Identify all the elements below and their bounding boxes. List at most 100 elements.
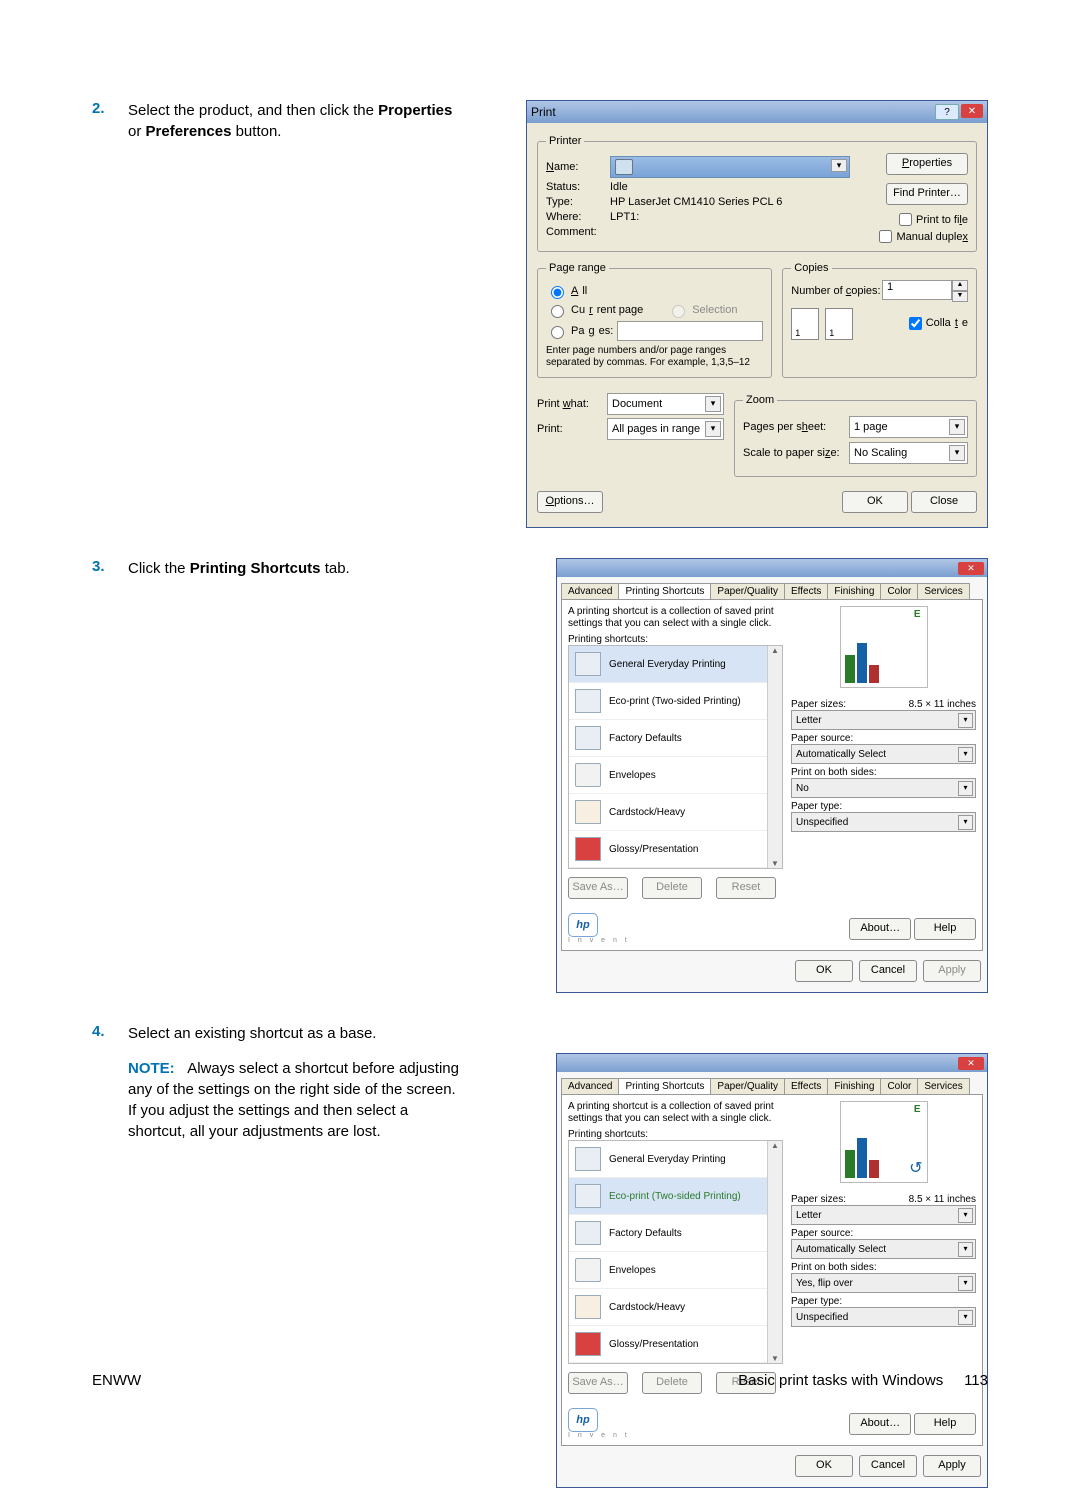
footer-left: ENWW — [92, 1372, 141, 1389]
cancel-button[interactable]: Cancel — [859, 960, 917, 982]
close-icon[interactable]: ✕ — [958, 562, 984, 575]
step-3-text: Click the Printing Shortcuts tab. — [128, 558, 468, 579]
shortcut-item-eco[interactable]: Eco-print (Two-sided Printing) — [569, 683, 782, 720]
tab-color[interactable]: Color — [880, 1078, 918, 1094]
tab-advanced[interactable]: Advanced — [561, 1078, 619, 1094]
shortcut-item-factory[interactable]: Factory Defaults — [569, 1215, 782, 1252]
tab-printing-shortcuts[interactable]: Printing Shortcuts — [618, 1078, 711, 1094]
apply-button[interactable]: Apply — [923, 960, 981, 982]
both-sides-select[interactable]: Yes, flip over▾ — [791, 1273, 976, 1293]
chevron-down-icon: ▾ — [958, 713, 973, 728]
shortcut-item-factory[interactable]: Factory Defaults — [569, 720, 782, 757]
shortcut-item-glossy[interactable]: Glossy/Presentation — [569, 831, 782, 868]
tab-effects[interactable]: Effects — [784, 583, 828, 599]
printer-fieldset: Printer Name: Status:Idle Typ — [537, 135, 977, 252]
apply-button[interactable]: Apply — [923, 1455, 981, 1477]
printer-icon — [615, 159, 633, 175]
spin-up-icon[interactable]: ▲ — [952, 280, 968, 291]
tab-services[interactable]: Services — [917, 583, 969, 599]
glossy-icon — [575, 1332, 601, 1356]
scrollbar[interactable]: ▲▼ — [767, 646, 782, 868]
shortcut-list[interactable]: General Everyday Printing Eco-print (Two… — [568, 645, 783, 869]
find-printer-button[interactable]: Find Printer… — [886, 183, 968, 205]
shortcut-item-envelopes[interactable]: Envelopes — [569, 1252, 782, 1289]
help-button[interactable]: Help — [914, 918, 976, 940]
page-footer: ENWW Basic print tasks with Windows 113 — [92, 1372, 988, 1389]
shortcut-description: A printing shortcut is a collection of s… — [568, 606, 783, 630]
shortcut-list-label: Printing shortcuts: — [568, 634, 783, 645]
ok-button[interactable]: OK — [842, 491, 908, 513]
tab-finishing[interactable]: Finishing — [827, 1078, 881, 1094]
type-value: HP LaserJet CM1410 Series PCL 6 — [610, 196, 850, 208]
tab-finishing[interactable]: Finishing — [827, 583, 881, 599]
tab-color[interactable]: Color — [880, 583, 918, 599]
printer-name-select[interactable] — [610, 156, 850, 178]
copies-spinner[interactable]: 1 ▲▼ — [882, 280, 968, 302]
paper-type-select[interactable]: Unspecified▾ — [791, 812, 976, 832]
about-button[interactable]: About… — [849, 1413, 911, 1435]
options-button[interactable]: Options… — [537, 491, 603, 513]
save-as-button[interactable]: Save As… — [568, 877, 628, 899]
ok-button[interactable]: OK — [795, 960, 853, 982]
print-label: Print: — [537, 423, 607, 435]
paper-type-select[interactable]: Unspecified▾ — [791, 1307, 976, 1327]
close-icon[interactable]: ✕ — [958, 1057, 984, 1070]
collate-checkbox[interactable]: Collate — [909, 317, 968, 330]
envelope-icon — [575, 763, 601, 787]
tab-paper-quality[interactable]: Paper/Quality — [710, 1078, 785, 1094]
reset-button[interactable]: Reset — [716, 877, 776, 899]
range-pages-radio[interactable]: Pages: — [546, 321, 763, 341]
range-current-radio[interactable]: Current page — [546, 302, 643, 318]
step-3-number: 3. — [92, 558, 128, 575]
tab-advanced[interactable]: Advanced — [561, 583, 619, 599]
print-what-select[interactable]: Document▾ — [607, 393, 724, 415]
both-sides-select[interactable]: No▾ — [791, 778, 976, 798]
print-range-select[interactable]: All pages in range▾ — [607, 418, 724, 440]
cancel-button[interactable]: Cancel — [859, 1455, 917, 1477]
paper-sizes-select[interactable]: Letter▾ — [791, 1205, 976, 1225]
duplex-icon — [575, 1184, 601, 1208]
about-button[interactable]: About… — [849, 918, 911, 940]
pages-input[interactable] — [617, 321, 763, 341]
tab-effects[interactable]: Effects — [784, 1078, 828, 1094]
preview-icon: E — [840, 606, 928, 688]
properties-titlebar: ✕ — [557, 559, 987, 577]
range-all-radio[interactable]: All — [546, 283, 763, 299]
shortcut-item-general[interactable]: General Everyday Printing — [569, 646, 782, 683]
tab-services[interactable]: Services — [917, 1078, 969, 1094]
scrollbar[interactable]: ▲▼ — [767, 1141, 782, 1363]
shortcut-list-label: Printing shortcuts: — [568, 1129, 783, 1140]
paper-sizes-select[interactable]: Letter▾ — [791, 710, 976, 730]
shortcut-item-general[interactable]: General Everyday Printing — [569, 1141, 782, 1178]
tab-paper-quality[interactable]: Paper/Quality — [710, 583, 785, 599]
ok-button[interactable]: OK — [795, 1455, 853, 1477]
scale-select[interactable]: No Scaling▾ — [849, 442, 968, 464]
step-3-row: 3. Click the Printing Shortcuts tab. ✕ A… — [92, 558, 988, 993]
chevron-down-icon: ▾ — [958, 815, 973, 830]
close-button[interactable]: Close — [911, 491, 977, 513]
properties-button[interactable]: Properties — [886, 153, 968, 175]
shortcut-item-envelopes[interactable]: Envelopes — [569, 757, 782, 794]
print-dialog-title: Print — [531, 105, 556, 119]
close-icon[interactable]: ✕ — [961, 104, 983, 118]
paper-source-select[interactable]: Automatically Select▾ — [791, 744, 976, 764]
shortcut-item-eco[interactable]: Eco-print (Two-sided Printing) — [569, 1178, 782, 1215]
spin-down-icon[interactable]: ▼ — [952, 291, 968, 302]
footer-section: Basic print tasks with Windows — [738, 1372, 943, 1389]
shortcut-list[interactable]: General Everyday Printing Eco-print (Two… — [568, 1140, 783, 1364]
help-icon[interactable]: ? — [935, 104, 959, 120]
preview-icon: E — [840, 1101, 928, 1183]
pages-per-sheet-select[interactable]: 1 page▾ — [849, 416, 968, 438]
shortcut-item-cardstock[interactable]: Cardstock/Heavy — [569, 794, 782, 831]
manual-duplex-checkbox[interactable]: Manual duplex — [879, 230, 968, 243]
paper-source-select[interactable]: Automatically Select▾ — [791, 1239, 976, 1259]
page-icon — [575, 1147, 601, 1171]
shortcut-item-glossy[interactable]: Glossy/Presentation — [569, 1326, 782, 1363]
print-to-file-checkbox[interactable]: Print to file — [899, 213, 968, 226]
tab-printing-shortcuts[interactable]: Printing Shortcuts — [618, 583, 711, 599]
zoom-fieldset: Zoom Pages per sheet:1 page▾ Scale to pa… — [734, 394, 977, 477]
help-button[interactable]: Help — [914, 1413, 976, 1435]
tabs-bar: Advanced Printing Shortcuts Paper/Qualit… — [561, 1078, 983, 1094]
delete-button[interactable]: Delete — [642, 877, 702, 899]
shortcut-item-cardstock[interactable]: Cardstock/Heavy — [569, 1289, 782, 1326]
